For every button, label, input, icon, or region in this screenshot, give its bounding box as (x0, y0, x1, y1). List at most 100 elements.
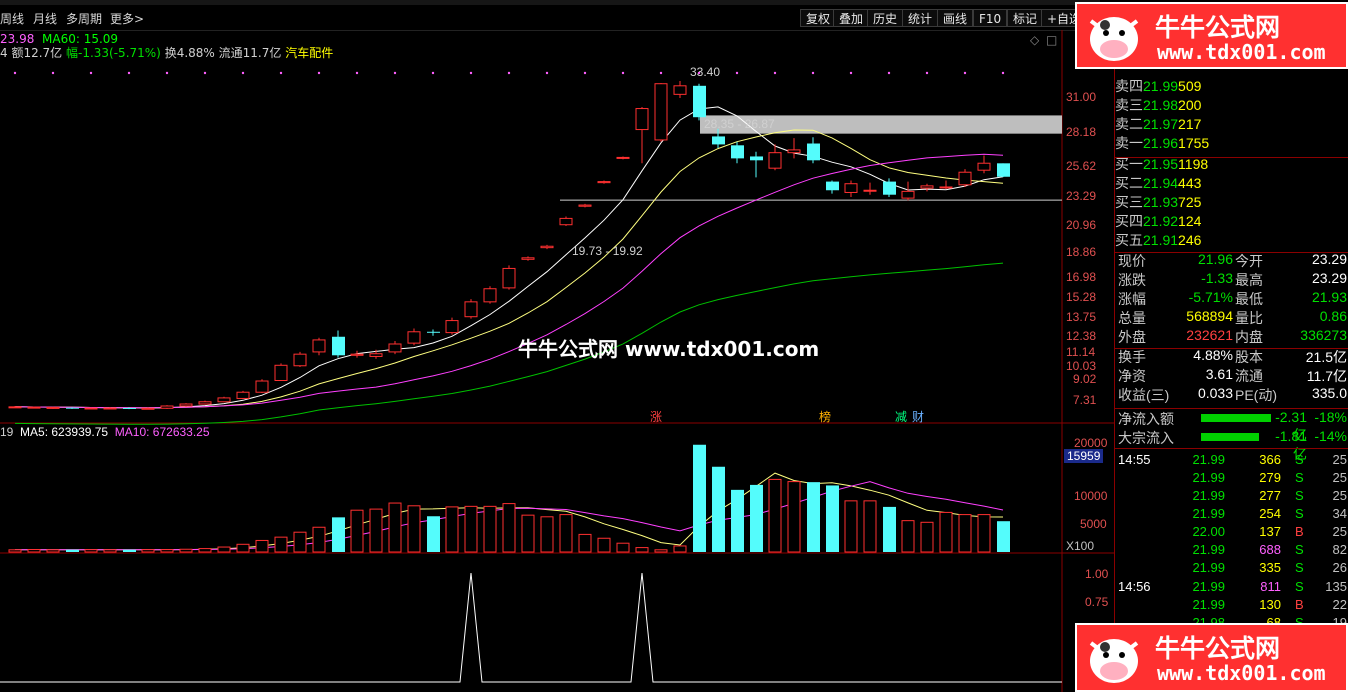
volume-bar (445, 506, 459, 553)
stat-value: 21.96 (1197, 251, 1233, 267)
bid-price: 21.93 (1143, 194, 1179, 210)
stat-value: 0.86 (1319, 308, 1347, 324)
volume-bar (502, 503, 516, 553)
tick-count: 22 (1332, 597, 1347, 612)
ask-row: 卖三21.98200 (1115, 95, 1348, 114)
stat-row: 外盘 232621 内盘 336273 (1115, 327, 1348, 346)
candle-body (66, 407, 79, 409)
volume-bar (578, 533, 592, 553)
tick-price: 21.99 (1192, 597, 1225, 612)
cow-logo-icon (1083, 631, 1145, 687)
tick-volume: 137 (1259, 524, 1281, 539)
stat-label: 涨幅 (1118, 291, 1146, 307)
volume-bar (123, 549, 136, 552)
signal-dot (127, 71, 131, 75)
signal-dot (659, 71, 663, 75)
volume-bar (8, 549, 22, 553)
volume-bar (350, 509, 364, 553)
ask-volume: 217 (1178, 116, 1202, 132)
signal-dot (241, 71, 245, 75)
candle-body (559, 217, 573, 226)
fund-label: 净资 (1118, 368, 1146, 384)
volume-bar (407, 505, 421, 553)
volume-bar (217, 546, 231, 553)
stat-value: 232621 (1186, 327, 1233, 343)
tick-volume: 811 (1260, 579, 1281, 594)
candle-body (654, 83, 668, 141)
limit-up-tag[interactable]: 涨 (650, 408, 662, 425)
stat-row: 涨幅 -5.71% 最低 21.93 (1115, 289, 1348, 308)
badge-title: 牛牛公式网 (1155, 13, 1281, 42)
signal-dot (773, 71, 777, 75)
candle-body (427, 331, 440, 333)
volume-bar (198, 548, 212, 553)
signal-dot (469, 71, 473, 75)
ask-price: 21.99 (1143, 78, 1179, 94)
fund-value: 3.61 (1205, 366, 1233, 382)
bid-label: 买四 (1115, 213, 1143, 229)
volume-bar (712, 466, 725, 552)
tick-row: 21.99 130 B 22 (1115, 597, 1348, 615)
volume-bar (66, 549, 79, 552)
price-axis-label: 31.00 (1066, 90, 1097, 104)
candle-body (502, 267, 516, 289)
bid-price: 21.94 (1143, 175, 1179, 191)
volume-bar (236, 543, 250, 553)
ranking-tag[interactable]: 榜 (819, 408, 831, 425)
volume-bar (807, 482, 820, 552)
indicator-line (0, 572, 1062, 683)
stat-label: 总量 (1118, 310, 1146, 326)
fund-value: 4.88% (1193, 347, 1233, 363)
fund-label: 换手 (1118, 349, 1146, 365)
bid-volume: 124 (1178, 213, 1202, 229)
ask-volume: 1755 (1178, 135, 1210, 151)
volume-bar (750, 484, 763, 552)
center-watermark: 牛牛公式网 www.tdx001.com (518, 337, 820, 361)
volume-bar (654, 549, 668, 553)
reduce-tag[interactable]: 减 (895, 408, 907, 425)
tick-side: B (1295, 597, 1304, 612)
tick-price: 21.99 (1192, 579, 1225, 594)
resistance-band-label: 28.35 - 26.87 (704, 117, 775, 131)
candle-body (483, 288, 497, 303)
ind-axis-1: 1.00 (1085, 567, 1109, 581)
stat-value: -1.33 (1201, 270, 1233, 286)
stat-label: 今开 (1235, 253, 1263, 269)
ma5-line (14, 106, 1004, 409)
stat-row: 现价 21.96 今开 23.29 (1115, 251, 1348, 270)
bid-price: 21.92 (1143, 213, 1179, 229)
candle-body (179, 403, 193, 407)
bid-volume: 443 (1178, 175, 1202, 191)
finance-tag[interactable]: 财 (912, 408, 924, 425)
fund-row: 换手 4.88% 股本 21.5亿 (1115, 347, 1348, 366)
volume-bar (483, 505, 497, 553)
price-axis-label: 9.02 (1073, 372, 1097, 386)
flow-pct: -14% (1314, 428, 1347, 444)
volume-bar (635, 547, 649, 553)
candle-body (635, 108, 649, 131)
candle-body (616, 156, 630, 159)
candle-body (312, 339, 326, 353)
flow-label: 净流入额 (1118, 411, 1174, 427)
volume-bar (521, 514, 535, 553)
candle-body (787, 149, 801, 154)
signal-dot (431, 71, 435, 75)
flow-label: 大宗流入 (1118, 430, 1174, 446)
tick-row: 21.99 279 S 25 (1115, 470, 1348, 488)
fund-value: 11.7亿 (1306, 368, 1347, 384)
flow-bar (1201, 433, 1259, 441)
stat-label: 最高 (1235, 272, 1263, 288)
volume-bar (160, 549, 174, 553)
volume-bar (332, 517, 345, 552)
candle-body (407, 331, 421, 344)
tick-row: 21.99 688 S 82 (1115, 542, 1348, 560)
volume-bar (141, 549, 155, 553)
volume-bar (901, 520, 915, 553)
candle-body (826, 181, 839, 191)
cow-logo-icon (1083, 9, 1145, 65)
signal-dot (203, 71, 207, 75)
price-axis-label: 20.96 (1066, 218, 1097, 232)
candle-body (46, 406, 60, 409)
volume-bar (46, 549, 60, 553)
tick-count: 34 (1332, 506, 1347, 521)
